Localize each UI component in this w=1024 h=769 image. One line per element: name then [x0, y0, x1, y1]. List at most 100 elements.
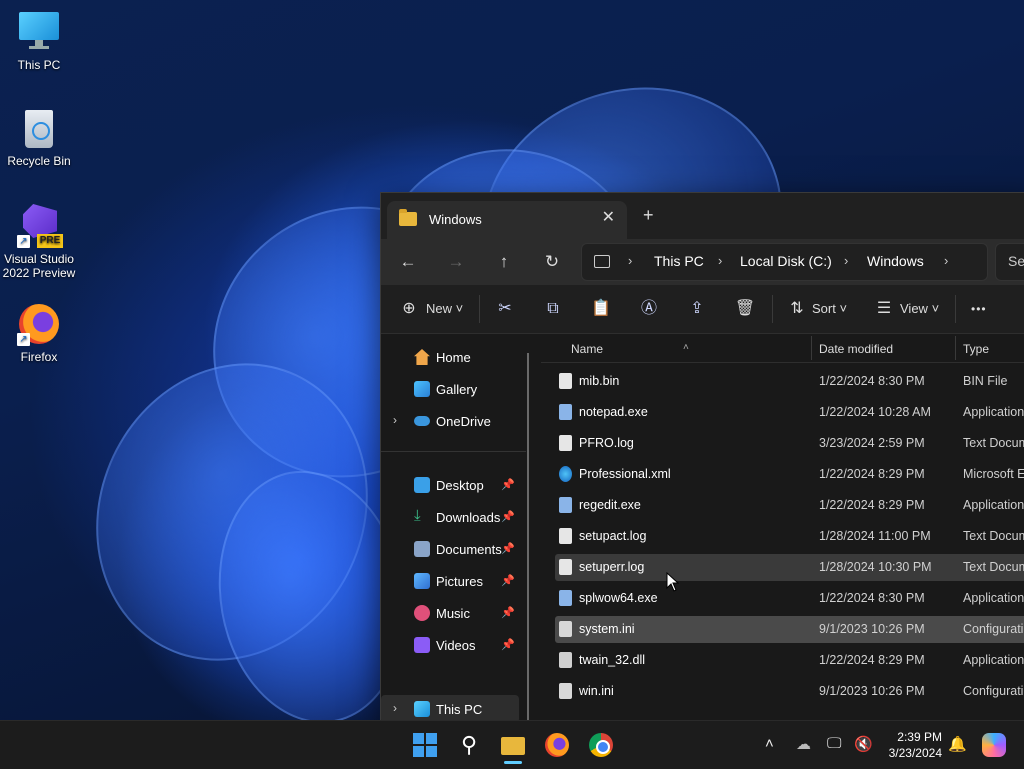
taskbar-chrome[interactable]: [587, 731, 615, 759]
file-row[interactable]: splwow64.exe 1/22/2024 8:30 PM Application: [555, 585, 1024, 612]
file-type: Configuratio: [963, 622, 1024, 636]
copilot-button[interactable]: [980, 731, 1008, 759]
file-date-modified: 1/22/2024 8:29 PM: [819, 467, 925, 481]
view-button[interactable]: View ˅: [900, 297, 939, 321]
column-type[interactable]: Type: [963, 342, 989, 356]
column-date-modified[interactable]: Date modified: [819, 342, 893, 356]
more-options-button[interactable]: •••: [971, 297, 987, 321]
back-button[interactable]: ←: [395, 249, 421, 275]
volume-muted-icon[interactable]: 🔇: [854, 735, 873, 753]
file-row[interactable]: PFRO.log 3/23/2024 2:59 PM Text Docum: [555, 430, 1024, 457]
taskbar-firefox[interactable]: [543, 731, 571, 759]
file-row[interactable]: setuperr.log 1/28/2024 10:30 PM Text Docum: [555, 554, 1024, 581]
copilot-icon: [982, 733, 1006, 757]
file-type: Configuratio: [963, 684, 1024, 698]
file-row[interactable]: setupact.log 1/28/2024 11:00 PM Text Docum: [555, 523, 1024, 550]
file-row[interactable]: regedit.exe 1/22/2024 8:29 PM Application: [555, 492, 1024, 519]
delete-button[interactable]: 🗑: [733, 297, 757, 321]
column-name[interactable]: Name: [571, 342, 603, 356]
file-type: Application: [963, 405, 1024, 419]
file-date-modified: 9/1/2023 10:26 PM: [819, 622, 925, 636]
taskbar-file-explorer[interactable]: [499, 731, 527, 764]
file-explorer-window: Windows ✕ + ← → ↑ ↻ › This PC › Local Di…: [380, 192, 1024, 723]
file-type: Microsoft E: [963, 467, 1024, 481]
navigation-pane: Home Gallery › OneDrive Desktop 📌 ⤓ Down…: [381, 334, 526, 723]
file-type: Application: [963, 498, 1024, 512]
breadcrumb-local-disk[interactable]: Local Disk (C:): [740, 253, 832, 269]
forward-button[interactable]: →: [443, 249, 469, 275]
new-button[interactable]: New ˅: [426, 297, 463, 321]
monitor-icon: [414, 701, 430, 717]
file-row[interactable]: mib.bin 1/22/2024 8:30 PM BIN File: [555, 368, 1024, 395]
file-icon: [559, 466, 572, 482]
file-icon: [559, 373, 572, 389]
rename-button[interactable]: Ⓐ: [637, 297, 661, 321]
show-hidden-icons-button[interactable]: ˄: [765, 735, 774, 752]
cut-button[interactable]: ✂: [493, 297, 517, 321]
file-date-modified: 1/22/2024 8:30 PM: [819, 591, 925, 605]
file-date-modified: 3/23/2024 2:59 PM: [819, 436, 925, 450]
search-icon: ⚲: [460, 732, 478, 757]
nav-item-home[interactable]: Home: [381, 343, 519, 371]
chevron-right-icon: ›: [944, 253, 949, 268]
nav-item-pictures[interactable]: Pictures 📌: [381, 567, 519, 595]
chevron-right-icon[interactable]: ›: [393, 413, 397, 427]
desktop-icon-this-pc[interactable]: This PC: [1, 10, 77, 72]
breadcrumb-windows[interactable]: Windows: [867, 253, 924, 269]
start-button[interactable]: [411, 731, 439, 759]
nav-item-music[interactable]: Music 📌: [381, 599, 519, 627]
chevron-right-icon[interactable]: ›: [393, 701, 397, 715]
search-input[interactable]: Se: [995, 243, 1024, 281]
pictures-icon: [414, 573, 430, 589]
file-row[interactable]: twain_32.dll 1/22/2024 8:29 PM Application: [555, 647, 1024, 674]
network-icon[interactable]: 🖵: [827, 735, 841, 752]
nav-item-downloads[interactable]: ⤓ Downloads 📌: [381, 503, 519, 531]
nav-item-videos[interactable]: Videos 📌: [381, 631, 519, 659]
file-name: Professional.xml: [579, 467, 671, 481]
nav-item-this-pc[interactable]: › This PC: [381, 695, 519, 723]
paste-button[interactable]: 📋: [589, 297, 613, 321]
desktop-icon-recycle-bin[interactable]: Recycle Bin: [1, 106, 77, 168]
file-name: twain_32.dll: [579, 653, 646, 667]
file-row[interactable]: win.ini 9/1/2023 10:26 PM Configuratio: [555, 678, 1024, 705]
address-bar: ← → ↑ ↻ › This PC › Local Disk (C:) › Wi…: [381, 239, 1024, 285]
nav-item-onedrive[interactable]: › OneDrive: [381, 407, 519, 435]
file-row[interactable]: notepad.exe 1/22/2024 10:28 AM Application: [555, 399, 1024, 426]
desktop-icon-visual-studio[interactable]: PRE ↗ Visual Studio 2022 Preview: [1, 204, 77, 280]
file-row[interactable]: system.ini 9/1/2023 10:26 PM Configuratio: [555, 616, 1024, 643]
pin-icon: 📌: [501, 607, 515, 619]
tab-bar: Windows ✕ +: [381, 193, 1024, 239]
file-row[interactable]: Professional.xml 1/22/2024 8:29 PM Microso…: [555, 461, 1024, 488]
cloud-icon: [414, 416, 430, 426]
refresh-button[interactable]: ↻: [539, 249, 565, 275]
breadcrumb-this-pc[interactable]: This PC: [654, 253, 704, 269]
file-type: BIN File: [963, 374, 1008, 388]
notification-bell-icon[interactable]: 🔔: [948, 735, 967, 753]
file-type: Application: [963, 591, 1024, 605]
clock-time: 2:39 PM: [897, 730, 942, 744]
file-list: ˄ Name Date modified Type mib.bin 1/22/20…: [541, 334, 1024, 721]
pin-icon: 📌: [501, 543, 515, 555]
nav-item-desktop[interactable]: Desktop 📌: [381, 471, 519, 499]
desktop-icon-firefox[interactable]: ↗ Firefox: [1, 302, 77, 364]
onedrive-offline-icon[interactable]: ☁: [796, 735, 811, 753]
clock[interactable]: 2:39 PM 3/23/2024: [889, 729, 942, 761]
file-icon: [559, 497, 572, 513]
file-icon: [559, 652, 572, 668]
monitor-icon: [17, 10, 61, 54]
copy-button[interactable]: ⧉: [541, 297, 565, 321]
up-button[interactable]: ↑: [491, 249, 517, 275]
sort-button[interactable]: Sort ˅: [812, 297, 847, 321]
tab-windows[interactable]: Windows ✕: [387, 201, 627, 239]
nav-item-gallery[interactable]: Gallery: [381, 375, 519, 403]
column-header-row: ˄ Name Date modified Type: [541, 334, 1024, 363]
search-button[interactable]: ⚲: [455, 731, 483, 759]
desktop-icon-label: Visual Studio 2022 Preview: [2, 252, 76, 280]
share-button[interactable]: ⇪: [685, 297, 709, 321]
nav-pane-scrollbar[interactable]: [527, 353, 529, 723]
breadcrumb[interactable]: › This PC › Local Disk (C:) › Windows ›: [581, 243, 988, 281]
file-name: splwow64.exe: [579, 591, 658, 605]
close-tab-button[interactable]: ✕: [602, 207, 615, 227]
new-tab-button[interactable]: +: [643, 205, 654, 226]
nav-item-documents[interactable]: Documents 📌: [381, 535, 519, 563]
